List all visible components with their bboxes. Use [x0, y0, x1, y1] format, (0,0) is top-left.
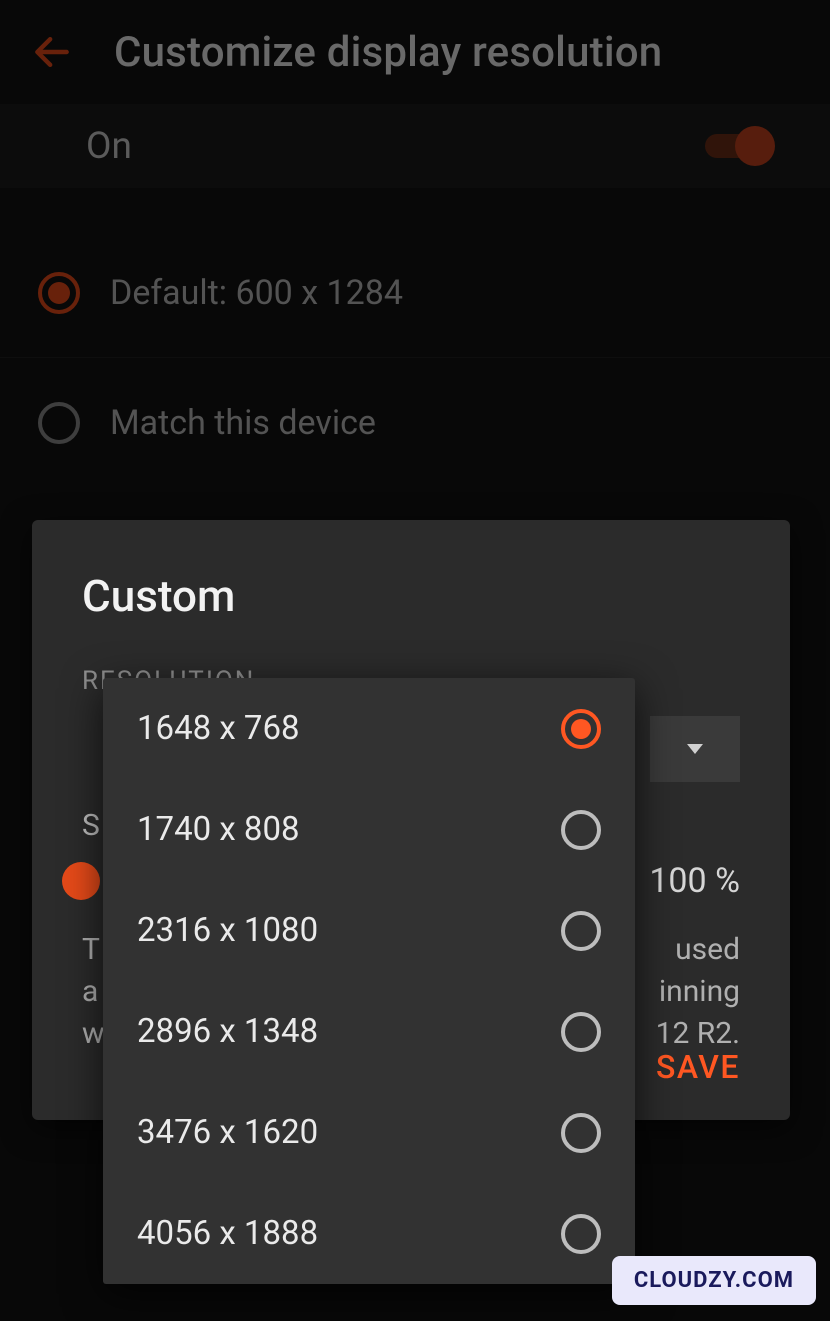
radio-icon [561, 810, 601, 850]
resolution-option-label: 2896 x 1348 [137, 1012, 318, 1051]
resolution-option[interactable]: 2896 x 1348 [103, 981, 635, 1082]
resolution-option[interactable]: 2316 x 1080 [103, 880, 635, 981]
slider-thumb-icon[interactable] [62, 862, 100, 900]
save-button[interactable]: SAVE [656, 1048, 740, 1086]
help-fragment: T [82, 929, 100, 971]
resolution-option-label: 3476 x 1620 [137, 1113, 318, 1152]
dialog-title: Custom [82, 570, 740, 622]
resolution-picker-menu: 1648 x 768 1740 x 808 2316 x 1080 2896 x… [103, 678, 635, 1284]
radio-icon [561, 709, 601, 749]
radio-icon [561, 1214, 601, 1254]
resolution-option-label: 1648 x 768 [137, 709, 300, 748]
help-fragment: inning [659, 971, 740, 1013]
resolution-option[interactable]: 4056 x 1888 [103, 1183, 635, 1284]
resolution-option-label: 2316 x 1080 [137, 911, 318, 950]
watermark-badge: CLOUDZY.COM [612, 1256, 816, 1305]
scaling-value: 100 % [649, 861, 740, 901]
resolution-option-label: 4056 x 1888 [137, 1214, 318, 1253]
resolution-option[interactable]: 1648 x 768 [103, 678, 635, 779]
help-fragment: used [675, 929, 740, 971]
help-fragment: w [82, 1013, 105, 1055]
help-fragment: a [82, 971, 98, 1013]
resolution-dropdown-button[interactable] [650, 716, 740, 782]
radio-icon [561, 911, 601, 951]
resolution-option[interactable]: 1740 x 808 [103, 779, 635, 880]
chevron-down-icon [683, 742, 707, 756]
resolution-option-label: 1740 x 808 [137, 810, 300, 849]
radio-icon [561, 1113, 601, 1153]
resolution-option[interactable]: 3476 x 1620 [103, 1082, 635, 1183]
radio-icon [561, 1012, 601, 1052]
